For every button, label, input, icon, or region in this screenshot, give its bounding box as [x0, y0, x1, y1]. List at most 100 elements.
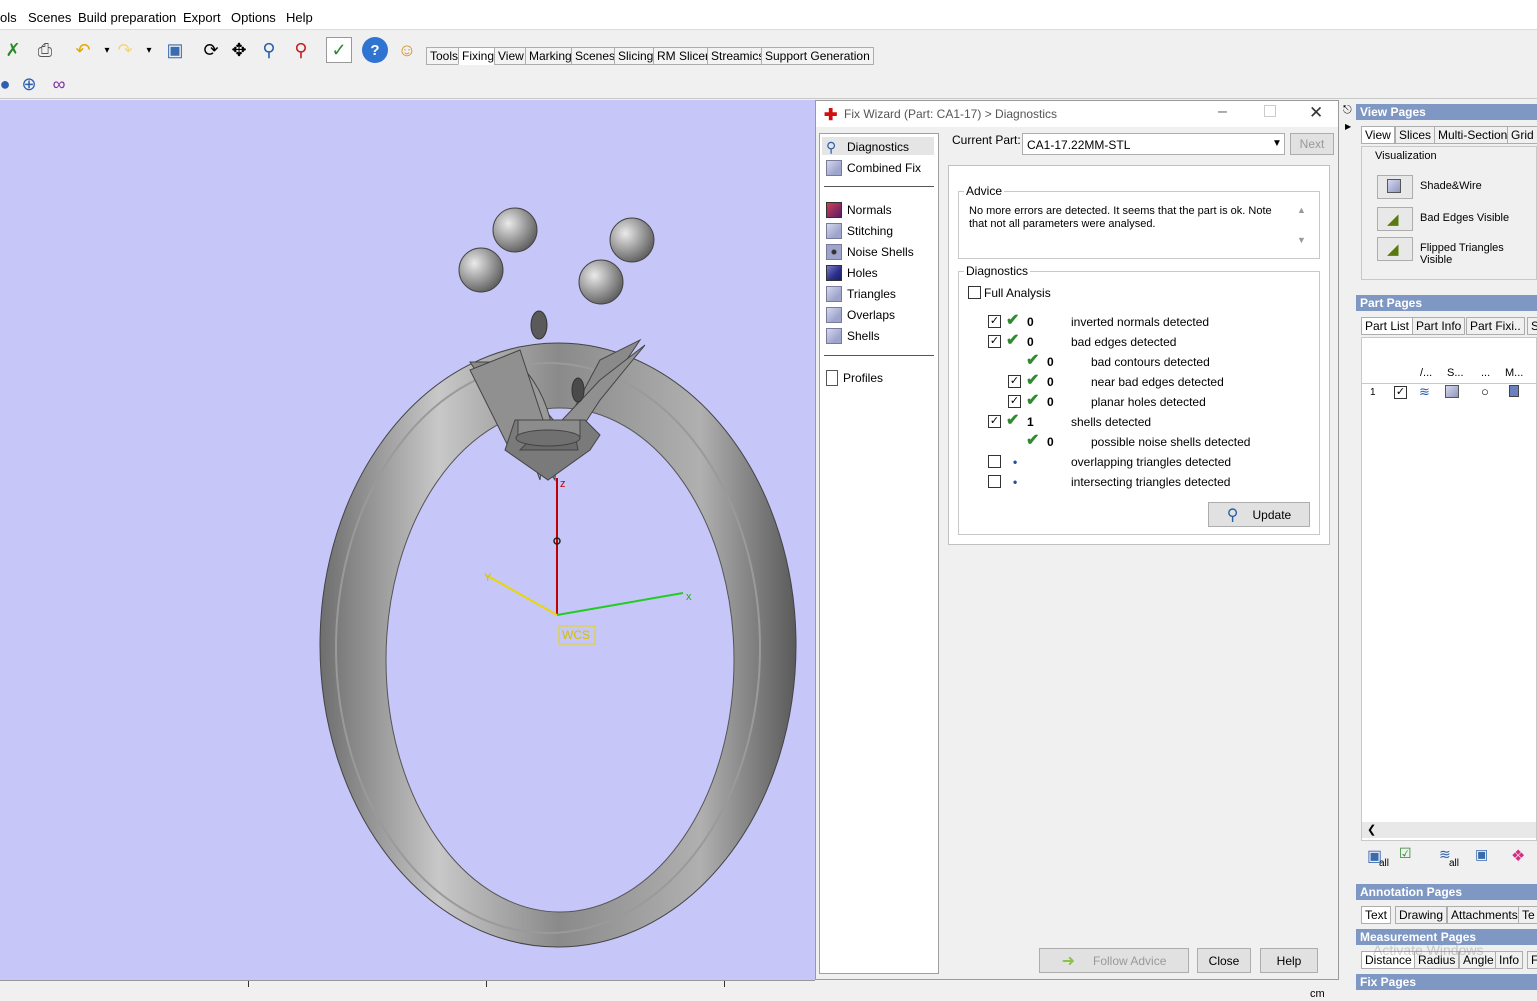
bad-edges-visible-button[interactable]: ◢ [1377, 207, 1413, 231]
tab-part-list[interactable]: Part List [1361, 317, 1414, 335]
tab-multi-section[interactable]: Multi-Section [1434, 126, 1512, 144]
follow-advice-button[interactable]: ➜ Follow Advice [1039, 948, 1189, 973]
cubes-icon[interactable]: ❖ [1511, 846, 1525, 866]
tab-grid[interactable]: Grid [1507, 126, 1537, 144]
part-material-icon[interactable] [1509, 385, 1519, 397]
toolbar-tab-scenes[interactable]: Scenes [571, 47, 620, 65]
toggle-visibility-icon[interactable]: ☑ [1399, 845, 1412, 862]
toolbar-tab-tools[interactable]: Tools [426, 47, 463, 65]
nav-holes[interactable]: Holes [826, 264, 878, 282]
part-visible-checkbox[interactable]: ✓ [1394, 386, 1407, 399]
part-row-number: 1 [1370, 387, 1376, 398]
part-circle-icon[interactable]: ○ [1481, 384, 1489, 399]
label-planar-holes: planar holes detected [1091, 395, 1206, 409]
nav-profiles[interactable]: Profiles [826, 369, 883, 387]
pan-icon[interactable]: ✥ [226, 37, 252, 63]
print-icon[interactable]: ⎙ [32, 37, 58, 63]
scroll-up-icon[interactable]: ▲ [1297, 205, 1306, 215]
tab-drawing[interactable]: Drawing [1395, 906, 1448, 924]
nav-diagnostics[interactable]: ⚲ Diagnostics [826, 138, 909, 156]
col-header-1[interactable]: /... [1420, 367, 1432, 379]
row-checkbox-near-bad-edges[interactable]: ✓ [1008, 375, 1021, 388]
shade-all-icon[interactable]: ▣ [1475, 846, 1488, 863]
menu-build-preparation[interactable]: Build preparation [78, 10, 176, 25]
col-header-2[interactable]: S... [1447, 367, 1464, 379]
tab-attachments[interactable]: Attachments [1447, 906, 1522, 924]
help-icon[interactable]: ? [362, 37, 388, 63]
menu-tools[interactable]: ols [0, 10, 17, 25]
nav-stitching[interactable]: Stitching [826, 222, 893, 240]
view-globe-icon[interactable]: ⊕ [16, 71, 42, 97]
menu-scenes[interactable]: Scenes [28, 10, 71, 25]
tab-te[interactable]: Te [1518, 906, 1537, 924]
scroll-left-icon[interactable]: ❮ [1367, 823, 1376, 836]
toolbar-tab-streamics[interactable]: Streamics [707, 47, 769, 65]
exit-icon[interactable]: ✗ [0, 37, 26, 63]
menu-help[interactable]: Help [286, 10, 313, 25]
row-checkbox-intersecting[interactable] [988, 475, 1001, 488]
shade-wire-button[interactable] [1377, 175, 1413, 199]
wizard-icon[interactable]: ☺ [394, 37, 420, 63]
tab-f[interactable]: F [1527, 951, 1537, 969]
part-wave-icon[interactable]: ≋ [1419, 384, 1430, 400]
close-icon[interactable]: ✕ [1309, 103, 1323, 123]
view-link-icon[interactable]: ∞ [46, 71, 72, 97]
close-button[interactable]: Close [1197, 948, 1251, 973]
toolbar-tab-marking[interactable]: Marking [525, 47, 576, 65]
current-part-select[interactable]: CA1-17.22MM-STL ▼ [1022, 133, 1285, 155]
redo-icon[interactable]: ↷ [112, 37, 138, 63]
pin-icon[interactable]: ⎋ [1343, 104, 1352, 117]
update-button[interactable]: ⚲ Update [1208, 502, 1310, 527]
toolbar-tab-slicing[interactable]: Slicing [614, 47, 658, 65]
menu-export[interactable]: Export [183, 10, 221, 25]
checklist-icon[interactable]: ✓ [326, 37, 352, 63]
tab-text[interactable]: Text [1361, 906, 1392, 924]
row-checkbox-planar-holes[interactable]: ✓ [1008, 395, 1021, 408]
part-pages-header[interactable]: Part Pages [1356, 295, 1537, 311]
rotate-icon[interactable]: ⟳ [198, 37, 224, 63]
view-pages-header[interactable]: View Pages [1356, 104, 1537, 120]
3d-viewport[interactable]: z x Y WCS [0, 100, 815, 980]
annotation-pages-header[interactable]: Annotation Pages [1356, 884, 1537, 900]
scroll-down-icon[interactable]: ▼ [1297, 235, 1306, 245]
tab-slices[interactable]: Slices [1395, 126, 1436, 144]
row-checkbox-overlapping[interactable] [988, 455, 1001, 468]
row-checkbox-bad-edges[interactable]: ✓ [988, 335, 1001, 348]
nav-combined-fix-label: Combined Fix [847, 161, 922, 175]
full-analysis-checkbox[interactable] [968, 286, 981, 299]
toolbar-tab-support-generation[interactable]: Support Generation [761, 47, 874, 65]
toolbar-tab-rm-slicer[interactable]: RM Slicer [653, 47, 714, 65]
next-button[interactable]: Next [1290, 133, 1334, 155]
help-button[interactable]: Help [1260, 948, 1318, 973]
nav-triangles[interactable]: Triangles [826, 285, 896, 303]
row-checkbox-shells[interactable]: ✓ [988, 415, 1001, 428]
nav-shells[interactable]: Shells [826, 327, 880, 345]
maximize-icon[interactable] [1264, 105, 1276, 117]
nav-combined-fix[interactable]: Combined Fix [826, 159, 921, 177]
col-header-4[interactable]: M... [1505, 367, 1523, 379]
zoom-reset-icon[interactable]: ⚲ [288, 37, 314, 63]
tab-info[interactable]: Info [1495, 951, 1524, 969]
tab-part-info[interactable]: Part Info [1412, 317, 1466, 335]
zoom-icon[interactable]: ⚲ [256, 37, 282, 63]
select-part-icon[interactable]: ▣ [162, 37, 188, 63]
fix-pages-header[interactable]: Fix Pages [1356, 974, 1537, 990]
undo-icon[interactable]: ↶ [70, 37, 96, 63]
toolbar-tab-fixing[interactable]: Fixing [458, 47, 499, 65]
flipped-triangles-visible-button[interactable]: ◢ [1377, 237, 1413, 261]
part-shade-icon[interactable] [1445, 385, 1459, 398]
tab-part-s[interactable]: S [1527, 317, 1537, 335]
tab-part-fixing[interactable]: Part Fixi.. [1466, 317, 1525, 335]
redo-dropdown-icon[interactable]: ▾ [136, 37, 162, 63]
col-header-3[interactable]: ... [1481, 367, 1490, 379]
minimize-icon[interactable]: – [1218, 103, 1227, 121]
tab-view[interactable]: View [1361, 126, 1395, 144]
nav-overlaps[interactable]: Overlaps [826, 306, 895, 324]
nav-noise-shells[interactable]: Noise Shells [826, 243, 914, 261]
horizontal-scrollbar[interactable]: ❮ [1362, 822, 1536, 838]
row-checkbox-inverted-normals[interactable]: ✓ [988, 315, 1001, 328]
arrow-icon[interactable]: ▶ [1345, 122, 1351, 131]
toolbar-tab-view[interactable]: View [494, 47, 528, 65]
menu-options[interactable]: Options [231, 10, 276, 25]
nav-normals[interactable]: Normals [826, 201, 892, 219]
